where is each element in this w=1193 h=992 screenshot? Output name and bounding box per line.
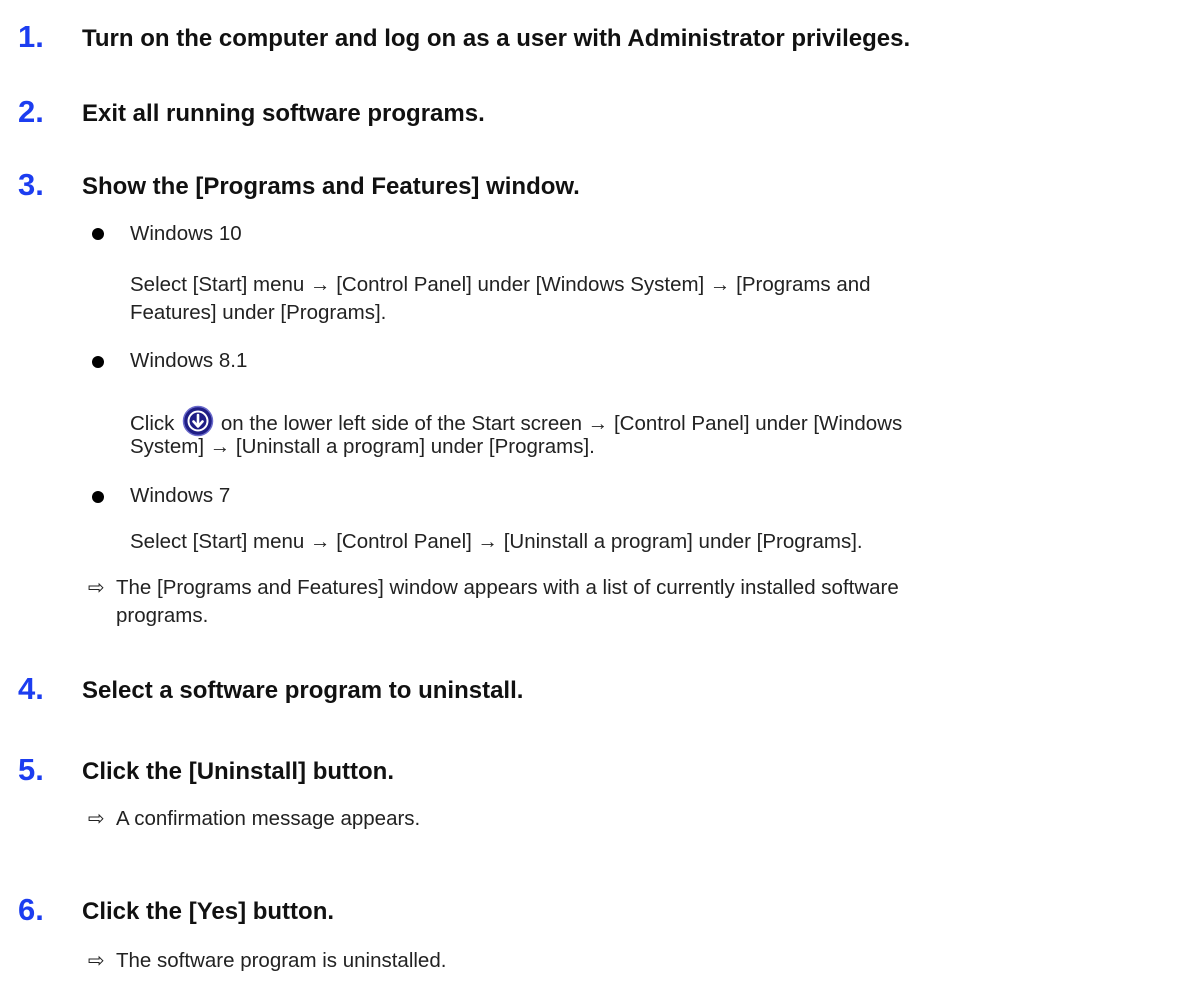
result-arrow-icon: ⇨ — [88, 806, 105, 830]
result-text: The [Programs and Features] window appea… — [116, 576, 899, 599]
instruction-text: Select [Start] menu → [Control Panel] → … — [130, 530, 863, 553]
bullet-icon — [92, 228, 104, 240]
instruction-text: System] → [Uninstall a program] under [P… — [130, 435, 595, 458]
instruction-text-prefix: Click — [130, 412, 175, 435]
step-title: Exit all running software programs. — [82, 100, 485, 127]
result-text: A confirmation message appears. — [116, 807, 421, 830]
step-title: Select a software program to uninstall. — [82, 677, 524, 704]
bullet-icon — [92, 356, 104, 368]
bullet-icon — [92, 491, 104, 503]
os-label-windows-10: Windows 10 — [130, 222, 242, 245]
step-title: Turn on the computer and log on as a use… — [82, 25, 911, 52]
result-arrow-icon: ⇨ — [88, 575, 105, 599]
step-number: 6. — [18, 892, 44, 927]
instruction-text: Features] under [Programs]. — [130, 301, 387, 324]
step-title: Click the [Yes] button. — [82, 898, 335, 925]
instruction-text: Select [Start] menu → [Control Panel] un… — [130, 273, 871, 296]
step-title: Click the [Uninstall] button. — [82, 758, 394, 785]
os-label-windows-7: Windows 7 — [130, 484, 231, 507]
step-number: 2. — [18, 94, 44, 129]
step-title: Show the [Programs and Features] window. — [82, 173, 580, 200]
instruction-text-suffix: on the lower left side of the Start scre… — [220, 412, 903, 435]
step-number: 1. — [18, 19, 44, 54]
result-text: The software program is uninstalled. — [116, 949, 447, 972]
step-number: 4. — [18, 671, 44, 706]
step-number: 3. — [18, 167, 44, 202]
result-text: programs. — [116, 604, 209, 627]
result-arrow-icon: ⇨ — [88, 948, 105, 972]
os-label-windows-8-1: Windows 8.1 — [130, 349, 248, 372]
step-number: 5. — [18, 752, 44, 787]
